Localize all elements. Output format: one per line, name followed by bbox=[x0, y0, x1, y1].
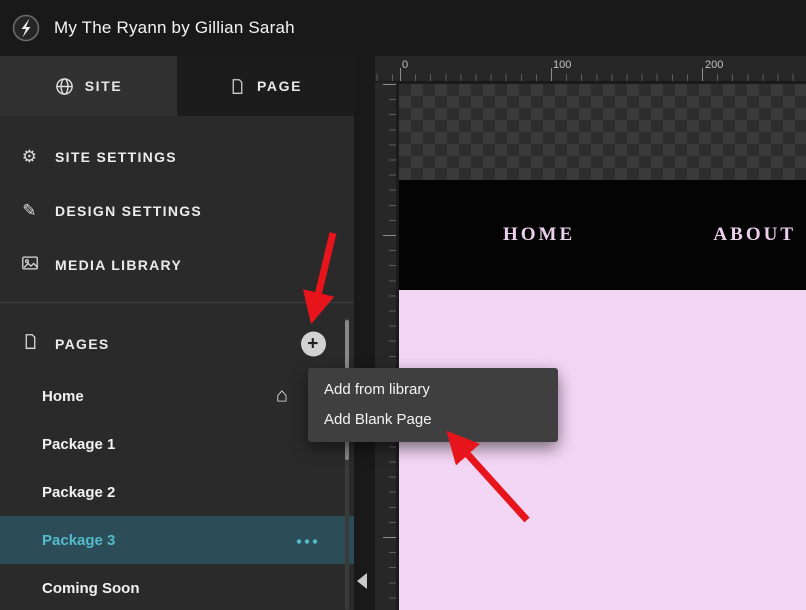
pages-section-header: PAGES + bbox=[0, 316, 354, 372]
page-item-package-1[interactable]: Package 1 bbox=[0, 420, 354, 468]
canvas-area: 0 100 200 HOME ABOUT bbox=[375, 56, 806, 610]
page-item-package-3[interactable]: Package 3 bbox=[0, 516, 354, 564]
site-title: My The Ryann by Gillian Sarah bbox=[54, 18, 295, 38]
page-options-icon[interactable] bbox=[296, 532, 318, 549]
sidebar-item-design-settings[interactable]: ✎ DESIGN SETTINGS bbox=[0, 184, 354, 238]
globe-icon bbox=[55, 77, 74, 96]
site-preview-page-body[interactable] bbox=[399, 290, 806, 610]
vertical-ruler bbox=[375, 82, 396, 610]
page-icon bbox=[229, 78, 246, 95]
gear-icon: ⚙ bbox=[20, 147, 40, 167]
page-item-package-2[interactable]: Package 2 bbox=[0, 468, 354, 516]
pages-list: Home ⌂ Package 1 Package 2 Package 3 bbox=[0, 372, 354, 610]
site-settings-label: SITE SETTINGS bbox=[55, 149, 177, 165]
ruler-label-0: 0 bbox=[402, 59, 408, 71]
sidebar: SITE PAGE ⚙ SITE SETTINGS ✎ DESIGN SETTI… bbox=[0, 56, 354, 610]
preview-nav-about[interactable]: ABOUT bbox=[713, 224, 796, 246]
page-item-label: Home bbox=[42, 388, 84, 405]
page-item-label: Package 1 bbox=[42, 436, 115, 453]
pages-header-label: PAGES bbox=[55, 336, 109, 352]
sidebar-collapse-arrow-icon[interactable] bbox=[357, 573, 367, 589]
tab-page[interactable]: PAGE bbox=[177, 56, 354, 116]
page-canvas[interactable]: HOME ABOUT bbox=[396, 82, 806, 610]
pages-icon bbox=[20, 333, 40, 355]
sidebar-tabs: SITE PAGE bbox=[0, 56, 354, 116]
page-item-label: Package 2 bbox=[42, 484, 115, 501]
menu-item-add-blank-page[interactable]: Add Blank Page bbox=[308, 405, 558, 435]
page-item-label: Package 3 bbox=[42, 532, 115, 549]
pencil-icon: ✎ bbox=[20, 201, 40, 221]
transparent-checker-region bbox=[399, 84, 806, 180]
media-library-label: MEDIA LIBRARY bbox=[55, 257, 182, 273]
image-icon bbox=[20, 254, 40, 277]
horizontal-ruler: 0 100 200 bbox=[375, 56, 806, 82]
app-window: My The Ryann by Gillian Sarah SITE bbox=[0, 0, 806, 610]
add-page-button[interactable]: + bbox=[301, 332, 326, 357]
hruler-major-ticks bbox=[375, 68, 806, 81]
site-preview-navbar[interactable]: HOME ABOUT bbox=[399, 180, 806, 290]
home-icon: ⌂ bbox=[276, 385, 288, 408]
vruler-major-ticks bbox=[383, 82, 396, 610]
sidebar-divider bbox=[0, 302, 354, 303]
sidebar-menu: ⚙ SITE SETTINGS ✎ DESIGN SETTINGS MEDIA … bbox=[0, 116, 354, 292]
preview-nav-home[interactable]: HOME bbox=[503, 224, 575, 246]
menu-item-add-from-library[interactable]: Add from library bbox=[308, 375, 558, 405]
design-settings-label: DESIGN SETTINGS bbox=[55, 203, 202, 219]
sidebar-item-site-settings[interactable]: ⚙ SITE SETTINGS bbox=[0, 130, 354, 184]
page-item-coming-soon[interactable]: Coming Soon bbox=[0, 564, 354, 610]
app-logo-icon bbox=[12, 14, 40, 42]
ruler-label-200: 200 bbox=[705, 59, 723, 71]
sidebar-gutter bbox=[354, 56, 375, 610]
page-item-label: Coming Soon bbox=[42, 580, 140, 597]
tab-site[interactable]: SITE bbox=[0, 56, 177, 116]
tab-page-label: PAGE bbox=[257, 78, 302, 94]
sidebar-item-media-library[interactable]: MEDIA LIBRARY bbox=[0, 238, 354, 292]
topbar: My The Ryann by Gillian Sarah bbox=[0, 0, 806, 56]
tab-site-label: SITE bbox=[85, 78, 123, 94]
page-item-home[interactable]: Home ⌂ bbox=[0, 372, 354, 420]
add-page-context-menu: Add from library Add Blank Page bbox=[308, 368, 558, 442]
ruler-label-100: 100 bbox=[553, 59, 571, 71]
